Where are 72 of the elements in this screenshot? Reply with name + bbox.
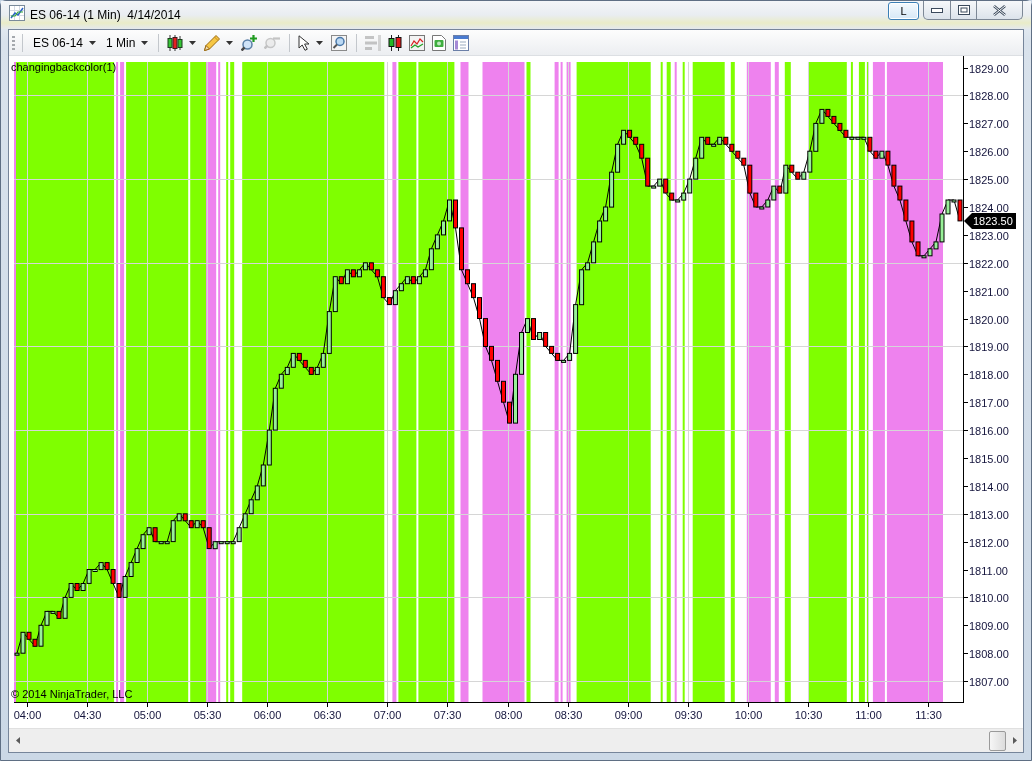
price-axis-label: 1819.00 — [969, 340, 1009, 353]
right-arrow-icon — [1012, 737, 1017, 744]
price-axis-label: 1818.00 — [969, 368, 1009, 381]
time-axis-label: 06:00 — [253, 709, 282, 721]
price-axis-label: 1811.00 — [969, 564, 1008, 577]
caret-icon — [141, 40, 149, 45]
time-axis-label: 06:30 — [313, 709, 342, 721]
caret-icon — [89, 40, 97, 45]
zoom-in-icon — [241, 34, 258, 51]
left-arrow-icon — [15, 737, 20, 744]
price-axis-label: 1828.00 — [969, 89, 1009, 102]
price-axis-label: 1808.00 — [969, 647, 1009, 660]
minimize-button[interactable] — [923, 1, 951, 20]
pencil-icon — [204, 34, 221, 51]
time-axis-label: 10:30 — [794, 709, 823, 721]
time-axis-label: 11:30 — [915, 709, 942, 721]
price-axis-label: 1817.00 — [969, 396, 1009, 409]
close-icon — [993, 4, 1006, 16]
time-axis-label: 04:30 — [73, 709, 102, 721]
price-axis-label: 1813.00 — [969, 508, 1009, 521]
maximize-button[interactable] — [951, 1, 977, 20]
caret-icon — [316, 40, 324, 45]
caret-icon — [189, 40, 197, 45]
candlestick-icon — [167, 34, 184, 51]
price-axis-label: 1809.00 — [969, 619, 1009, 632]
caption-button[interactable]: L — [888, 2, 919, 20]
time-axis-label: 08:30 — [554, 709, 583, 721]
price-axis-label: 1829.00 — [969, 62, 1009, 75]
line-chart-icon — [409, 34, 426, 51]
dropdown[interactable]: ES 06-14 — [28, 31, 102, 54]
time-axis-label: 09:00 — [614, 709, 643, 721]
price-axis-label: 1814.00 — [969, 480, 1009, 493]
price-axis-label: 1823.00 — [969, 229, 1009, 242]
chart-icon — [9, 5, 25, 21]
candlestick-pair-icon — [388, 34, 403, 51]
price-axis-label: 1807.00 — [969, 675, 1009, 688]
last-price-tag: 1823.50 — [964, 212, 1016, 229]
price-axis-label: 1824.00 — [969, 201, 1009, 214]
time-axis-label: 05:00 — [133, 709, 162, 721]
time-axis-label: 08:00 — [494, 709, 523, 721]
dropdown[interactable]: 1 Min — [101, 31, 154, 54]
price-axis-label: 1815.00 — [969, 452, 1009, 465]
time-axis-label: 09:30 — [674, 709, 703, 721]
close-button[interactable] — [977, 1, 1023, 20]
window-icon — [453, 34, 470, 51]
window-title: ES 06-14 (1 Min) 4/14/2014 — [30, 8, 181, 22]
caret-icon — [226, 40, 234, 45]
scrollbar-thumb[interactable] — [989, 730, 1006, 751]
price-axis-label: 1810.00 — [969, 591, 1009, 604]
time-axis-label: 07:00 — [373, 709, 402, 721]
price-axis-label: 1826.00 — [969, 145, 1009, 158]
price-axis-label: 1816.00 — [969, 424, 1009, 437]
price-axis-label: 1812.00 — [969, 536, 1009, 549]
pointer-icon — [298, 34, 311, 51]
price-axis-label: 1822.00 — [969, 257, 1009, 270]
magnifier-icon — [331, 34, 348, 51]
time-axis-label: 07:30 — [433, 709, 462, 721]
horizontal-scrollbar[interactable] — [9, 728, 1023, 752]
zoom-out-icon — [264, 36, 281, 49]
price-axis-label: 1821.00 — [969, 285, 1009, 298]
time-axis-label: 04:00 — [13, 709, 42, 721]
time-axis-label: 10:00 — [734, 709, 763, 721]
grip-icon[interactable] — [12, 35, 15, 50]
banknote-document-icon — [432, 34, 447, 51]
price-axis-label: 1825.00 — [969, 173, 1009, 186]
price-axis-label: 1820.00 — [969, 313, 1009, 326]
maximize-icon — [957, 5, 970, 15]
price-axis-label: 1827.00 — [969, 117, 1009, 130]
bar-rows-icon — [365, 34, 382, 51]
time-axis-label: 05:30 — [193, 709, 222, 721]
time-axis-label: 11:00 — [855, 709, 882, 721]
minimize-icon — [931, 7, 943, 13]
